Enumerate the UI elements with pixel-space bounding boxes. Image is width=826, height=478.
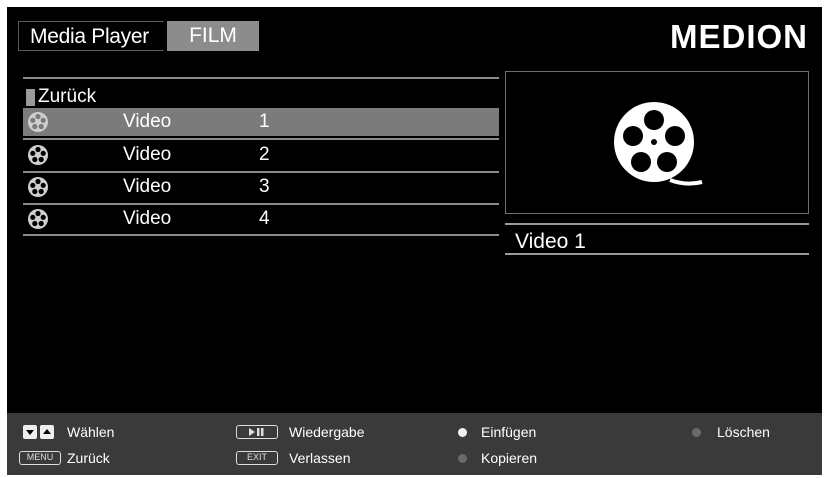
- arrow-down-key-icon: [23, 425, 37, 439]
- item-name: Video: [123, 208, 172, 229]
- item-number: 1: [259, 111, 270, 132]
- item-number: 4: [259, 208, 270, 229]
- film-reel-icon: [28, 145, 48, 165]
- play-pause-key-icon: [236, 425, 278, 439]
- list-item[interactable]: Video 4: [23, 205, 499, 233]
- preview-divider: [505, 223, 809, 225]
- list-divider: [23, 138, 499, 140]
- film-reel-icon: [28, 112, 48, 132]
- film-reel-icon: [28, 209, 48, 229]
- list-item[interactable]: Video 2: [23, 141, 499, 169]
- item-number: 3: [259, 176, 270, 197]
- brand-logo: MEDION: [670, 18, 808, 55]
- item-name: Video: [123, 111, 172, 132]
- item-number: 2: [259, 144, 270, 165]
- film-reel-icon: [28, 177, 48, 197]
- folder-up-icon: [26, 89, 35, 106]
- play-hint: Wiedergabe: [289, 424, 365, 440]
- item-name: Video: [123, 176, 172, 197]
- list-item[interactable]: Video 1: [23, 108, 499, 136]
- item-name: Video: [123, 144, 172, 165]
- list-divider: [23, 77, 499, 79]
- back-item-label: Zurück: [38, 86, 97, 107]
- grey-dot-icon: [692, 428, 701, 437]
- back-hint: Zurück: [67, 450, 110, 466]
- media-player-screen: Media Player FILM MEDION Zurück Video 1 …: [7, 7, 822, 475]
- preview-divider: [505, 253, 809, 255]
- arrow-up-key-icon: [40, 425, 54, 439]
- list-item[interactable]: Video 3: [23, 173, 499, 201]
- delete-hint: Löschen: [717, 424, 770, 440]
- film-reel-icon: [614, 102, 703, 186]
- tab-film[interactable]: FILM: [167, 21, 259, 51]
- copy-hint: Kopieren: [481, 450, 538, 466]
- preview-panel: [505, 71, 809, 214]
- back-item[interactable]: Zurück: [26, 84, 498, 110]
- list-divider: [23, 234, 499, 236]
- insert-hint: Einfügen: [481, 424, 537, 440]
- exit-hint: Verlassen: [289, 450, 351, 466]
- exit-key-icon: EXIT: [236, 451, 278, 465]
- key-legend-bar: Wählen MENU Zurück Wiedergabe EXIT Verla…: [7, 413, 822, 475]
- menu-key-icon: MENU: [19, 451, 61, 465]
- grey-dot-icon: [458, 454, 467, 463]
- app-title: Media Player: [18, 21, 164, 51]
- white-dot-icon: [458, 428, 467, 437]
- preview-title: Video 1: [515, 230, 586, 253]
- select-hint: Wählen: [67, 424, 115, 440]
